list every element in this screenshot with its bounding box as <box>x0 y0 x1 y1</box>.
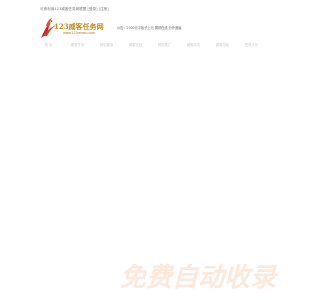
watermark: 免费自动收录 <box>120 263 279 292</box>
top-links[interactable]: 可悲利用123威客任务网联盟 [登录] [注册] <box>40 7 109 12</box>
main-nav: 首 页 威客任务 网站建设 威客文档 网络推广 威客动态 威客论坛 任务大厅 <box>34 40 266 49</box>
logo-url: www.123renwu.com <box>63 31 96 35</box>
page: 可悲利用123威客任务网联盟 [登录] [注册] 123威客任务网 www.12… <box>0 0 300 300</box>
site-logo[interactable]: 123威客任务网 www.123renwu.com <box>38 16 106 40</box>
nav-item-news[interactable]: 威客动态 <box>179 42 208 47</box>
nav-item-tasks[interactable]: 威客任务 <box>63 42 92 47</box>
nav-item-docs[interactable]: 威客文档 <box>121 42 150 47</box>
nav-item-home[interactable]: 首 页 <box>34 42 63 47</box>
nav-item-promo[interactable]: 网络推广 <box>150 42 179 47</box>
nav-item-web[interactable]: 网站建设 <box>92 42 121 47</box>
notice-text: 公告：2000元平板子上元 展现在线 分外速遍 <box>117 26 182 30</box>
watermark-text: 免费自动收录 <box>120 263 279 292</box>
nav-item-forum[interactable]: 威客论坛 <box>208 42 237 47</box>
nav-item-hall[interactable]: 任务大厅 <box>237 42 266 47</box>
